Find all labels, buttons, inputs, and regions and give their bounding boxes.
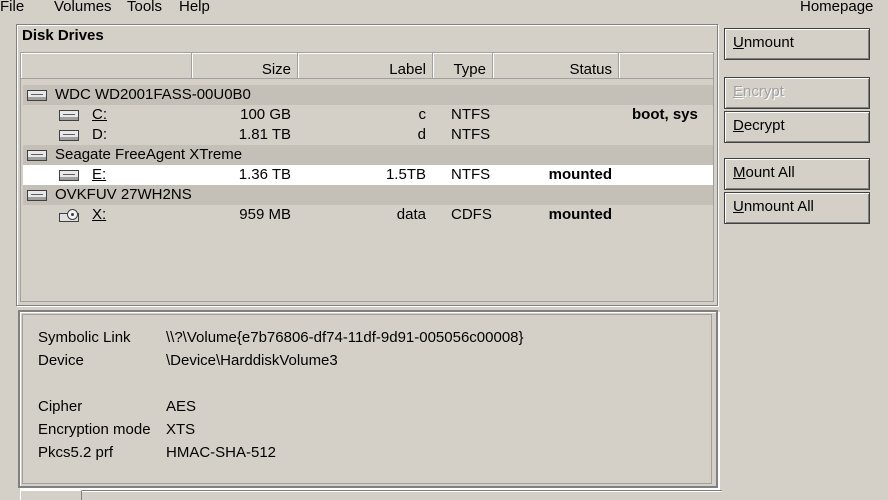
- menu-volumes[interactable]: Volumes: [54, 0, 112, 17]
- disk-group-row[interactable]: Seagate FreeAgent XTreme: [23, 145, 713, 165]
- encrypt-button[interactable]: Encrypt: [724, 77, 870, 109]
- unmount-button[interactable]: Unmount: [724, 28, 870, 60]
- disk-drives-title: Disk Drives: [22, 27, 104, 44]
- device-value: \Device\HarddiskVolume3: [166, 352, 338, 369]
- volume-label: d: [417, 126, 426, 143]
- volume-status: mounted: [548, 166, 612, 183]
- mount-all-button[interactable]: Mount All: [724, 158, 870, 190]
- disk-name: OVKFUV 27WH2NS: [55, 186, 192, 203]
- volume-type: NTFS: [451, 126, 491, 143]
- cipher-label: Cipher: [38, 398, 83, 415]
- volume-label: 1.5TB: [385, 166, 426, 183]
- menu-tools[interactable]: Tools: [127, 0, 162, 17]
- hard-disk-icon: [27, 150, 47, 161]
- decrypt-button[interactable]: Decrypt: [724, 111, 870, 143]
- bottom-tab-strip: [82, 490, 722, 500]
- volume-icon: [59, 170, 79, 181]
- volume-extra: boot, sys: [632, 106, 698, 123]
- disk-group-row[interactable]: WDC WD2001FASS-00U0B0: [23, 85, 713, 105]
- unmount-all-button[interactable]: Unmount All: [724, 192, 870, 224]
- hard-disk-icon: [27, 90, 47, 101]
- volume-icon: [59, 110, 79, 121]
- volume-size: 1.36 TB: [238, 166, 291, 183]
- column-header-type[interactable]: Type: [433, 53, 493, 79]
- disk-group-row[interactable]: OVKFUV 27WH2NS: [23, 185, 713, 205]
- volume-letter: D:: [92, 126, 107, 143]
- menu-file[interactable]: File: [0, 0, 24, 17]
- disk-name: Seagate FreeAgent XTreme: [55, 146, 243, 163]
- menu-homepage[interactable]: Homepage: [800, 0, 873, 17]
- prf-label: Pkcs5.2 prf: [38, 444, 114, 461]
- volume-type: NTFS: [451, 166, 491, 183]
- disk-name: WDC WD2001FASS-00U0B0: [55, 86, 251, 103]
- symbolic-link-value: \\?\Volume{e7b76806-df74-11df-9d91-00505…: [166, 329, 524, 346]
- volume-status: mounted: [548, 206, 612, 223]
- column-header-name[interactable]: [21, 53, 192, 79]
- symbolic-link-label: Symbolic Link: [38, 329, 131, 346]
- cd-icon: [59, 209, 79, 222]
- menu-bar: File Volumes Tools Help Homepage: [0, 0, 888, 18]
- volume-label: c: [418, 106, 427, 123]
- menu-help[interactable]: Help: [179, 0, 210, 17]
- volume-letter: X:: [92, 206, 107, 223]
- volume-row[interactable]: D: 1.81 TB d NTFS: [23, 125, 713, 145]
- volume-size: 959 MB: [239, 206, 291, 223]
- cipher-value: AES: [166, 398, 197, 415]
- volume-letter: E:: [92, 166, 107, 183]
- drive-list[interactable]: Size Label Type Status WDC WD2001FASS-00…: [20, 52, 714, 302]
- optical-drive-icon: [27, 190, 47, 201]
- volume-icon: [59, 130, 79, 141]
- encryption-mode-label: Encryption mode: [38, 421, 151, 438]
- device-label: Device: [38, 352, 84, 369]
- volume-label: data: [396, 206, 426, 223]
- volume-row[interactable]: C: 100 GB c NTFS boot, sys: [23, 105, 713, 125]
- volume-type: NTFS: [451, 106, 491, 123]
- column-header-size[interactable]: Size: [192, 53, 298, 79]
- volume-row-selected[interactable]: E: 1.36 TB 1.5TB NTFS mounted: [23, 165, 713, 185]
- column-header-extra[interactable]: [619, 53, 713, 79]
- volume-type: CDFS: [451, 206, 492, 223]
- column-header-status[interactable]: Status: [493, 53, 619, 79]
- column-header-label[interactable]: Label: [298, 53, 433, 79]
- volume-size: 1.81 TB: [238, 126, 291, 143]
- volume-letter: C:: [92, 106, 107, 123]
- encryption-mode-value: XTS: [166, 421, 196, 438]
- bottom-tab[interactable]: [20, 490, 82, 500]
- volume-row[interactable]: X: 959 MB data CDFS mounted: [23, 205, 713, 225]
- prf-value: HMAC-SHA-512: [166, 444, 277, 461]
- volume-size: 100 GB: [240, 106, 291, 123]
